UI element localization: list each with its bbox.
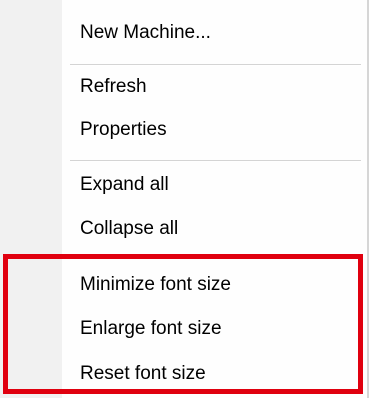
highlight-box — [3, 254, 363, 394]
menu-item-refresh[interactable]: Refresh — [80, 69, 147, 105]
menu-item-expand-all[interactable]: Expand all — [80, 167, 169, 203]
menu-separator — [70, 64, 361, 66]
menu-item-collapse-all[interactable]: Collapse all — [80, 211, 178, 247]
menu-item-new-machine[interactable]: New Machine... — [80, 15, 211, 51]
menu-separator — [70, 160, 361, 162]
context-menu: New Machine... Refresh Properties Expand… — [0, 0, 369, 398]
menu-item-properties[interactable]: Properties — [80, 112, 167, 148]
